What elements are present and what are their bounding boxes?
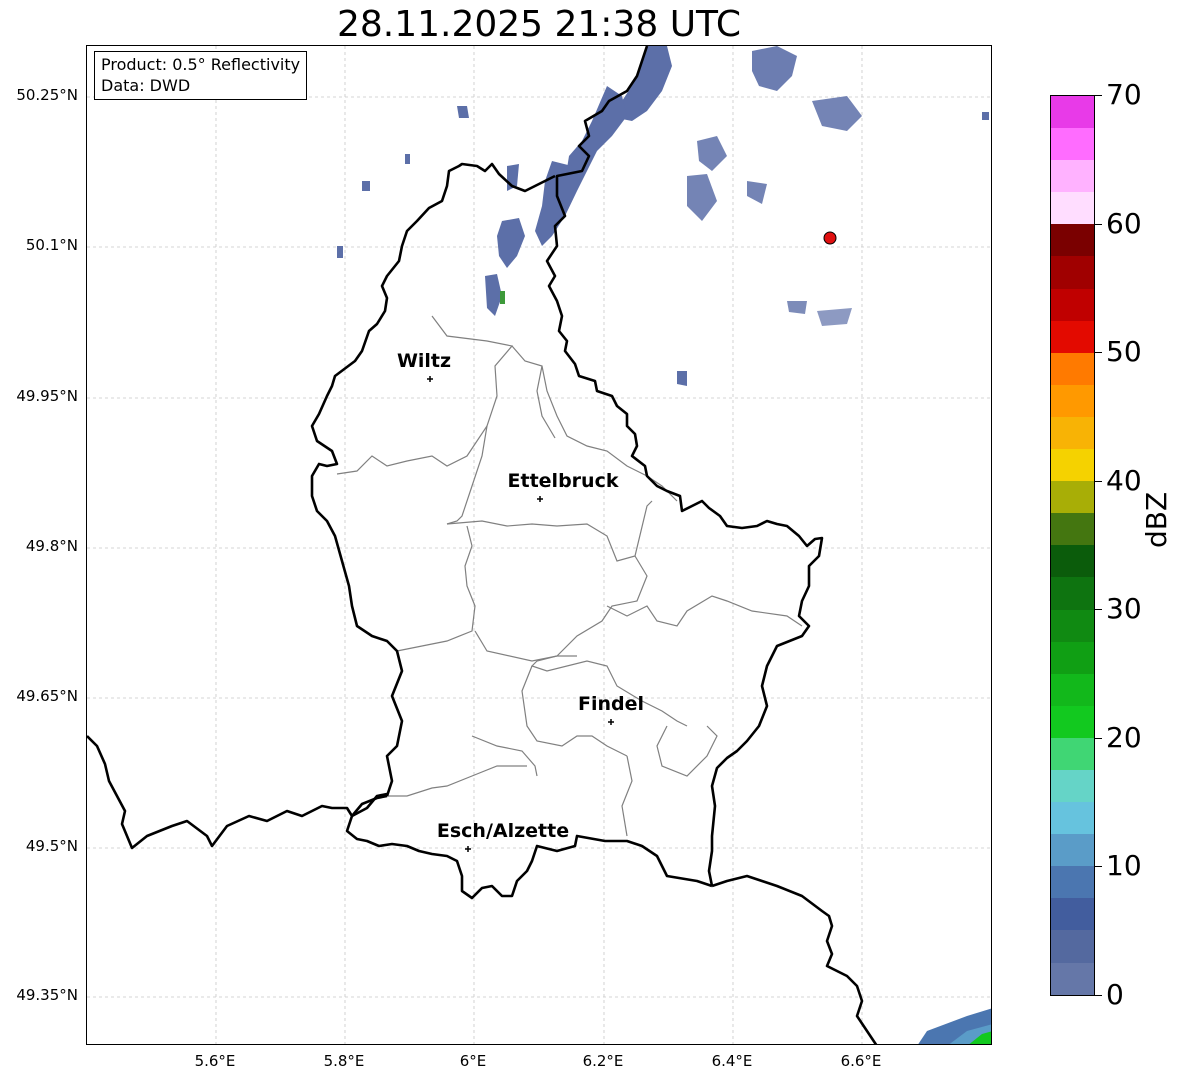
lat-label: 50.1°N	[25, 236, 78, 254]
colorbar-segment	[1051, 481, 1094, 514]
colorbar-tick-label: 0	[1106, 978, 1124, 1011]
lon-label: 6.4°E	[711, 1052, 753, 1070]
colorbar-tick	[1095, 737, 1102, 739]
colorbar-segment	[1051, 705, 1094, 738]
colorbar-segment	[1051, 352, 1094, 385]
colorbar-tick-label: 30	[1106, 592, 1142, 626]
colorbar-segment	[1051, 898, 1094, 931]
colorbar-segment	[1051, 866, 1094, 899]
map-canvas	[87, 46, 991, 1044]
colorbar-tick	[1095, 223, 1102, 225]
lon-label: 6.6°E	[840, 1052, 882, 1070]
colorbar-segment	[1051, 384, 1094, 417]
colorbar-segment	[1051, 256, 1094, 289]
city-markers	[427, 376, 614, 852]
colorbar-tick-label: 60	[1106, 206, 1142, 240]
colorbar-segment	[1051, 224, 1094, 257]
colorbar-tick-label: 10	[1106, 849, 1142, 883]
lon-label: 6.2°E	[582, 1052, 624, 1070]
colorbar-tick	[1095, 480, 1102, 482]
colorbar-segment	[1051, 449, 1094, 482]
city-marker-ettelbruck	[537, 496, 543, 502]
city-label-findel: Findel	[577, 693, 645, 715]
lat-label: 49.95°N	[16, 387, 78, 405]
lon-label: 5.8°E	[323, 1052, 365, 1070]
colorbar-tick-label: 20	[1106, 720, 1142, 754]
colorbar-segment	[1051, 930, 1094, 963]
canton-borders	[336, 315, 803, 837]
colorbar-segment	[1051, 609, 1094, 642]
colorbar-segment	[1051, 577, 1094, 610]
colorbar-tick-label: 40	[1106, 463, 1142, 497]
lat-label: 49.65°N	[16, 687, 78, 705]
city-label-ettelbruck: Ettelbruck	[507, 470, 619, 492]
colorbar-tick	[1095, 95, 1102, 96]
colorbar-segment	[1051, 769, 1094, 803]
radar-echoes	[337, 46, 991, 1044]
colorbar-segment	[1051, 513, 1094, 546]
colorbar-unit: dBZ	[1140, 491, 1173, 548]
colorbar-segment	[1051, 96, 1094, 129]
colorbar-segment	[1051, 320, 1094, 353]
colorbar-tick	[1095, 609, 1102, 611]
city-label-wiltz: Wiltz	[396, 350, 452, 372]
lat-label: 50.25°N	[16, 86, 78, 104]
city-label-esch: Esch/Alzette	[436, 820, 570, 842]
colorbar-segment	[1051, 834, 1094, 867]
city-marker-wiltz	[427, 376, 433, 382]
colorbar-segment	[1051, 673, 1094, 706]
lon-label: 6°E	[459, 1052, 487, 1070]
colorbar-tick	[1095, 866, 1102, 868]
colorbar	[1050, 95, 1095, 996]
data-source-label: Data: DWD	[101, 76, 191, 95]
gridlines	[87, 46, 991, 1044]
colorbar-segment	[1051, 802, 1094, 835]
city-marker-esch	[465, 846, 471, 852]
colorbar-tick	[1095, 995, 1102, 996]
city-marker-findel	[608, 719, 614, 725]
colorbar-tick-label: 50	[1106, 335, 1142, 369]
colorbar-tick	[1095, 352, 1102, 354]
map-area[interactable]	[86, 45, 992, 1045]
lat-label: 49.5°N	[25, 837, 78, 855]
colorbar-segment	[1051, 128, 1094, 161]
colorbar-segment	[1051, 737, 1094, 770]
lon-label: 5.6°E	[194, 1052, 236, 1070]
colorbar-segment	[1051, 641, 1094, 674]
colorbar-segment	[1051, 192, 1094, 225]
colorbar-segment	[1051, 416, 1094, 450]
lat-label: 49.8°N	[25, 537, 78, 555]
radar-site-marker[interactable]	[823, 231, 837, 245]
colorbar-segment	[1051, 160, 1094, 193]
map-title: 28.11.2025 21:38 UTC	[336, 4, 742, 45]
colorbar-segment	[1051, 962, 1094, 995]
product-label: Product: 0.5° Reflectivity	[101, 55, 301, 74]
colorbar-segment	[1051, 545, 1094, 578]
lat-label: 49.35°N	[16, 986, 78, 1004]
product-info-box: Product: 0.5° Reflectivity Data: DWD	[94, 51, 308, 100]
colorbar-tick-label: 70	[1106, 78, 1142, 111]
colorbar-segment	[1051, 288, 1094, 321]
